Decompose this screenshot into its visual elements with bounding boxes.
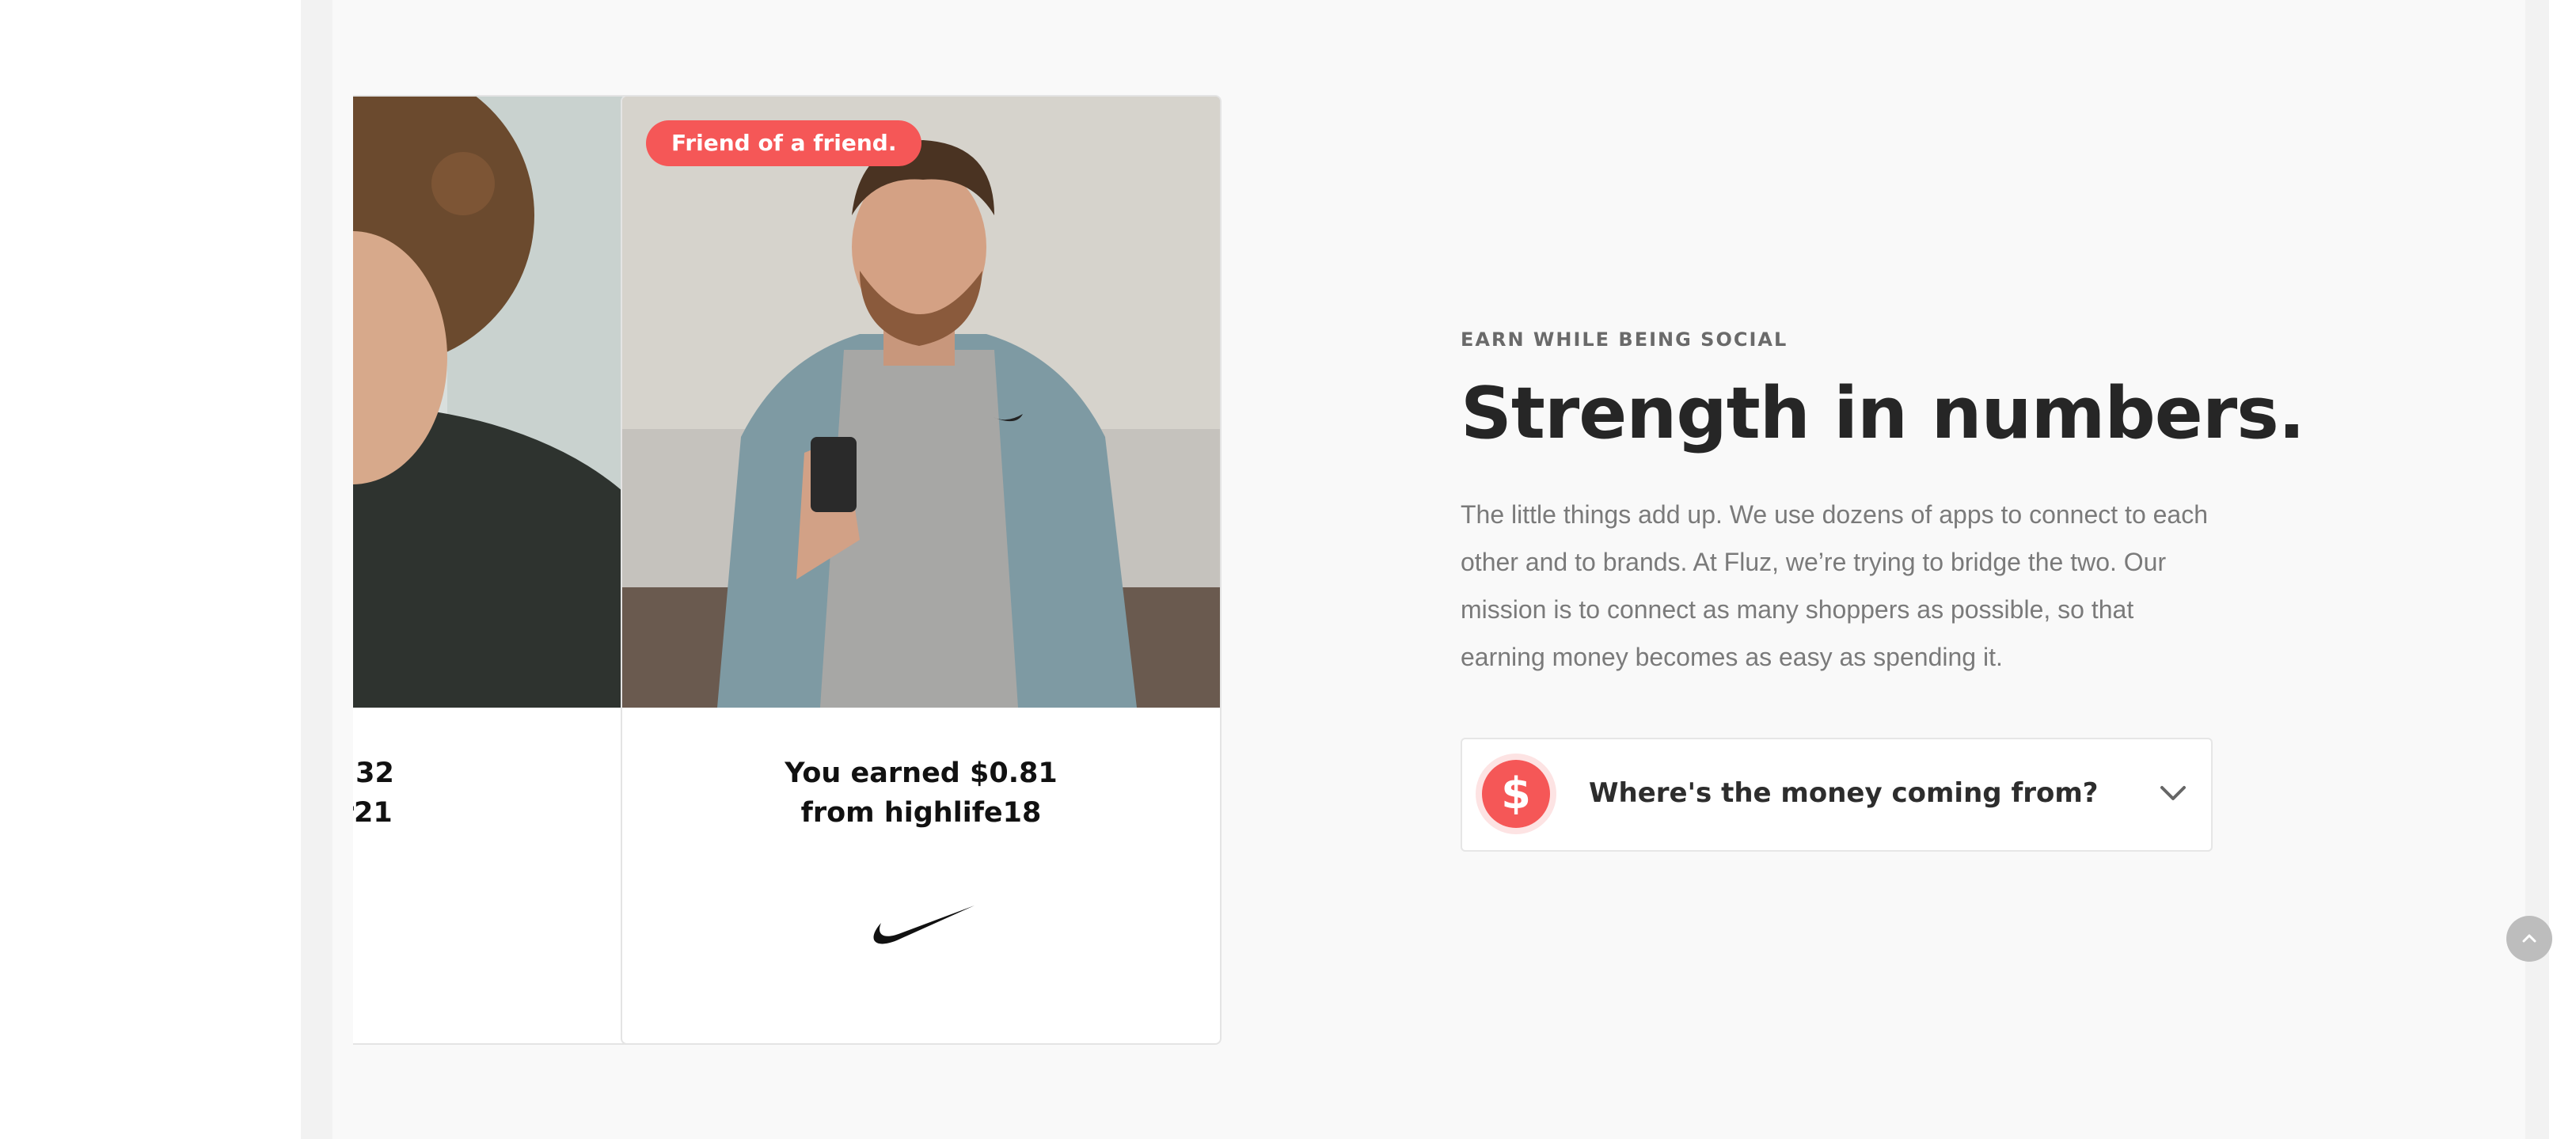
section-headline: Strength in numbers.: [1461, 372, 2305, 455]
earned-text: You earned $0.81 from highlife18: [622, 754, 1220, 833]
person-photo: [622, 97, 1220, 708]
right-gutter-strip: [2525, 0, 2549, 1139]
earned-amount: You earned $0.81: [785, 757, 1058, 789]
money-source-accordion[interactable]: $ Where's the money coming from?: [1461, 738, 2213, 852]
dollar-icon-ring: $: [1476, 754, 1556, 834]
chevron-up-icon: [2522, 934, 2536, 943]
friend-badge: Friend of a friend.: [646, 120, 922, 166]
testimonial-card[interactable]: Friend of a friend. You earned $0.81 fro…: [621, 95, 1222, 1045]
accordion-label: Where's the money coming from?: [1589, 777, 2099, 809]
testimonial-card[interactable]: $0.32 ter21: [353, 95, 651, 1045]
dollar-icon: $: [1482, 760, 1550, 828]
earned-from-user: ter21: [353, 797, 393, 829]
left-gutter-strip: [301, 0, 332, 1139]
earned-amount: $0.32: [353, 757, 394, 789]
earned-from-user: from highlife18: [800, 797, 1042, 829]
left-margin: [0, 0, 301, 1139]
section-body: The little things add up. We use dozens …: [1461, 500, 2209, 671]
chevron-down-icon[interactable]: [2159, 781, 2187, 805]
nike-swoosh-icon: [865, 904, 976, 947]
person-photo: [353, 97, 649, 708]
section-eyebrow: EARN WHILE BEING SOCIAL: [1461, 328, 1788, 351]
earned-text: $0.32 ter21: [353, 754, 649, 833]
testimonial-carousel[interactable]: $0.32 ter21 Friend of a friend. You: [353, 93, 1303, 1051]
scroll-to-top-button[interactable]: [2506, 916, 2552, 962]
